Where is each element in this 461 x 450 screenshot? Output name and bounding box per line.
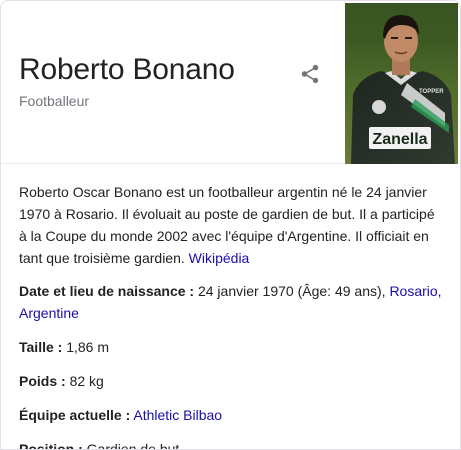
fact-height: Taille : 1,86 m <box>19 336 445 358</box>
facts-list: Date et lieu de naissance : 24 janvier 1… <box>19 280 445 450</box>
fact-position-label: Position : <box>19 441 83 450</box>
fact-birth-value: 24 janvier 1970 (Âge: 49 ans), <box>197 283 386 299</box>
fact-team-label: Équipe actuelle : <box>19 407 131 423</box>
fact-height-label: Taille : <box>19 339 63 355</box>
entity-title: Roberto Bonano <box>19 53 235 86</box>
fact-height-value: 1,86 m <box>66 339 110 355</box>
birthplace-link-argentine[interactable]: Argentine <box>19 305 79 321</box>
fact-birth-label: Date et lieu de naissance : <box>19 283 195 299</box>
fact-birth: Date et lieu de naissance : 24 janvier 1… <box>19 280 445 324</box>
knowledge-panel: Roberto Bonano Footballeur TOPPER Zanell… <box>0 0 461 450</box>
share-icon <box>301 64 319 84</box>
fact-position: Position : Gardien de but <box>19 438 445 450</box>
fact-weight: Poids : 82 kg <box>19 370 445 392</box>
description: Roberto Oscar Bonano est un footballeur … <box>19 181 445 269</box>
player-photo[interactable]: TOPPER Zanella <box>345 3 458 164</box>
team-link[interactable]: Athletic Bilbao <box>133 407 222 423</box>
birthplace-link-rosario[interactable]: Rosario, <box>389 283 441 299</box>
wikipedia-link[interactable]: Wikipédia <box>189 250 250 266</box>
panel-body: Roberto Oscar Bonano est un footballeur … <box>19 181 445 450</box>
panel-header: Roberto Bonano Footballeur TOPPER Zanell… <box>1 1 460 164</box>
photo-sponsor-text: Zanella <box>372 131 427 148</box>
share-button[interactable] <box>297 61 323 87</box>
fact-position-value: Gardien de but <box>86 441 180 450</box>
entity-subtitle: Footballeur <box>19 93 90 109</box>
fact-weight-label: Poids : <box>19 373 66 389</box>
player-photo-image: TOPPER Zanella <box>345 3 458 164</box>
fact-weight-value: 82 kg <box>69 373 104 389</box>
photo-badge-text: TOPPER <box>419 89 444 95</box>
fact-team: Équipe actuelle : Athletic Bilbao <box>19 404 445 426</box>
